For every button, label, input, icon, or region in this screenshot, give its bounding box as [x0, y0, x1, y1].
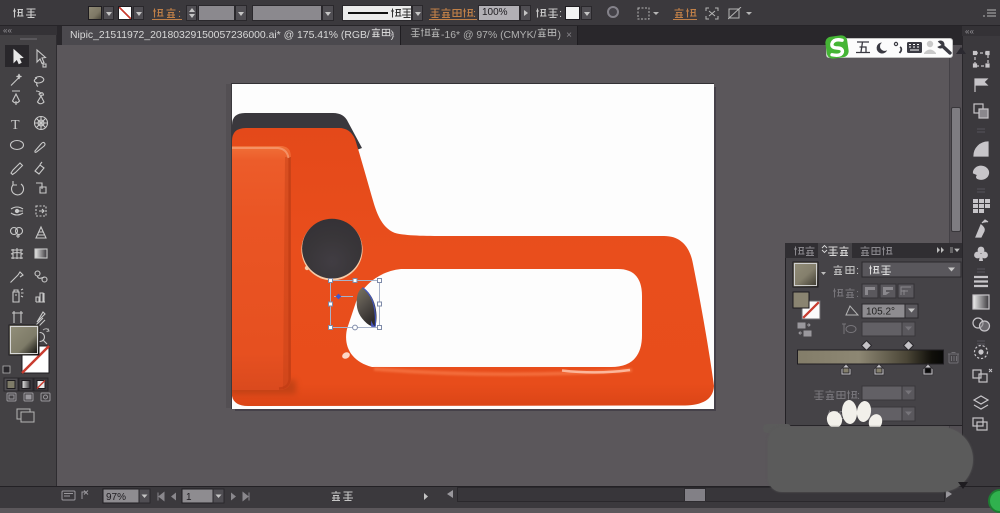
svg-text::: : — [473, 8, 476, 20]
svg-text:««: «« — [965, 27, 974, 36]
svg-text:97%: 97% — [106, 492, 126, 503]
svg-text::: : — [178, 8, 181, 20]
svg-text:««: «« — [3, 26, 12, 35]
svg-text:1: 1 — [186, 492, 192, 503]
svg-text::: : — [857, 390, 860, 402]
svg-text::: : — [856, 265, 859, 277]
svg-text::: : — [559, 8, 562, 20]
svg-text:T: T — [11, 118, 20, 133]
svg-text::: : — [856, 288, 859, 300]
svg-text:105.2°: 105.2° — [866, 307, 895, 318]
